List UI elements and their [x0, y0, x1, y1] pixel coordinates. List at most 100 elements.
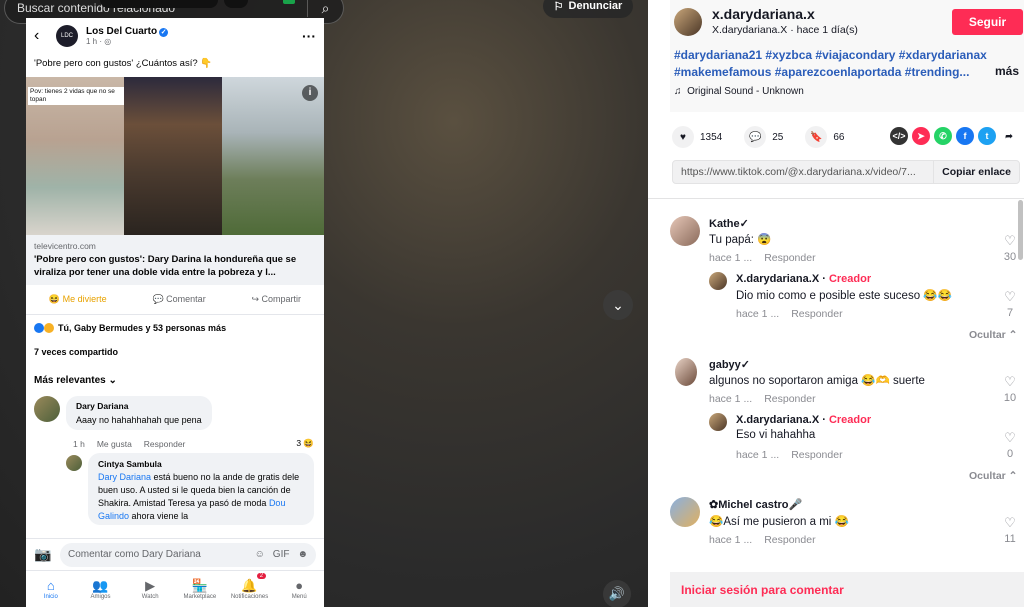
volume-button[interactable]: 🔊 [603, 580, 631, 607]
comments-count: 25 [772, 131, 784, 143]
search-icon[interactable]: ⌕ [307, 0, 343, 17]
hide-replies-button[interactable]: Ocultar ⌃ [969, 329, 1017, 341]
heart-icon[interactable]: ♡ [1000, 289, 1020, 305]
hashtags[interactable]: #darydariana21 #xyzbca #viajacondary #xd… [674, 47, 1020, 81]
avatar[interactable] [709, 413, 727, 431]
avatar[interactable] [675, 358, 697, 386]
copy-link-button[interactable]: Copiar enlace [933, 161, 1019, 183]
comment-bubble: Cintya Sambula Dary Dariana está bueno n… [88, 453, 314, 525]
facebook-post-screenshot: ‹ LDC Los Del Cuarto ✓ 1 h · ◎ ··· 'Pobre… [26, 18, 324, 607]
report-button[interactable]: ⚐ Denunciar [543, 0, 633, 18]
comment-icon[interactable]: 💬 [744, 126, 767, 148]
hide-replies-button[interactable]: Ocultar ⌃ [969, 470, 1017, 482]
comment-cintya: Cintya Sambula Dary Dariana está bueno n… [26, 449, 324, 525]
reply-link[interactable]: Responder [791, 308, 842, 320]
tab-inicio: ⌂ Inicio [43, 578, 58, 600]
comment-meta: hace 1 ... Responder [709, 534, 816, 546]
reply-link[interactable]: Responder [764, 252, 815, 264]
verified-icon: ✓ [159, 28, 169, 37]
reply-link[interactable]: Responder [764, 393, 815, 405]
bookmark-icon[interactable]: 🔖 [805, 126, 828, 148]
shares-count: 7 veces compartido [34, 347, 119, 357]
comment-meta: hace 1 ... Responder [709, 252, 816, 264]
reactions-summary: Tú, Gaby Bermudes y 53 personas más [26, 315, 324, 341]
verified-icon: ✓ [739, 218, 749, 230]
avatar[interactable] [670, 497, 700, 527]
home-icon: ⌂ [46, 578, 55, 593]
comment-dary: Dary Dariana Aaay no hahahhahah que pena [26, 392, 324, 434]
post-actions: 😆 Me divierte 💬 Comentar ↪ Compartir [26, 285, 324, 315]
login-to-comment-button[interactable]: Iniciar sesión para comentar [670, 572, 1024, 607]
avatar[interactable] [670, 216, 700, 246]
send-icon[interactable]: ➤ [912, 127, 930, 145]
like-count: 7 [1006, 307, 1014, 319]
comment-placeholder: Comentar como Dary Dariana [68, 549, 201, 560]
share-icons: </> ➤ ✆ f t ➦ [890, 127, 1018, 145]
sticker-icon: ☺ [254, 549, 265, 560]
back-arrow-icon: ‹ [34, 27, 40, 44]
more-options-icon: ··· [302, 28, 316, 44]
comment-text: Dary Dariana está bueno no la ande de gr… [98, 472, 300, 521]
reply-link[interactable]: Responder [764, 534, 815, 546]
gif-icon: GIF [272, 549, 290, 560]
heart-icon[interactable]: ♡ [1000, 374, 1020, 390]
commenter-name[interactable]: Kathe✓ [709, 217, 749, 230]
link-preview: televicentro.com 'Pobre pero con gustos'… [26, 235, 324, 285]
video-url[interactable]: https://www.tiktok.com/@x.darydariana.x/… [673, 166, 933, 178]
page-name: Los Del Cuarto ✓ [86, 26, 169, 37]
profile-menu-icon: ● [295, 578, 304, 593]
comment-meta: hace 1 ... Responder [736, 308, 843, 320]
facebook-icon[interactable]: f [956, 127, 974, 145]
commenter-name: Cintya Sambula [98, 459, 162, 469]
whatsapp-icon[interactable]: ✆ [934, 127, 952, 145]
music-note-icon: ♫ [674, 86, 682, 97]
photo-1: Pov: tienes 2 vidas que no se topan [26, 77, 124, 235]
author-avatar[interactable] [674, 8, 702, 36]
comment-text: Tu papá: 😨 [709, 234, 772, 246]
commenter-name[interactable]: gabyy✓ [709, 358, 750, 371]
photo-collage: Pov: tienes 2 vidas que no se topan i [26, 77, 324, 235]
page-avatar: LDC [56, 25, 78, 47]
tab-marketplace: 🏪 Marketplace [183, 578, 217, 600]
author-username[interactable]: x.darydariana.x [712, 6, 815, 22]
saves-count: 66 [833, 131, 845, 143]
next-video-button[interactable]: ⌄ [603, 290, 633, 320]
friends-icon: 👥 [92, 578, 109, 593]
camera-icon: 📷 [34, 546, 52, 562]
comment-text: Aaay no hahahhahah que pena [76, 415, 202, 425]
avatar[interactable] [709, 272, 727, 290]
comment-bubble: Dary Dariana Aaay no hahahhahah que pena [66, 396, 212, 430]
share-arrow-icon[interactable]: ➦ [1000, 127, 1018, 145]
globe-icon: ◎ [104, 37, 112, 46]
heart-icon[interactable]: ♡ [1000, 430, 1020, 446]
more-link[interactable]: más [995, 64, 1019, 78]
heart-icon[interactable]: ♥ [672, 126, 694, 148]
speaker-icon: 🔊 [608, 586, 626, 601]
link-domain: televicentro.com [34, 241, 96, 251]
comment-input-bar: 📷 Comentar como Dary Dariana ☺ GIF ☻ [26, 538, 324, 570]
tab-notificaciones: 2 🔔 Notificaciones [230, 573, 269, 600]
comment-meta: hace 1 ... Responder [736, 449, 843, 461]
reply-link[interactable]: Responder [791, 449, 842, 461]
heart-icon[interactable]: ♡ [1000, 233, 1020, 249]
heart-icon[interactable]: ♡ [1000, 515, 1020, 531]
photo-caption: Pov: tienes 2 vidas que no se topan [28, 87, 124, 105]
commenter-name[interactable]: X.darydariana.X · Creador [736, 273, 871, 285]
like-count: 30 [1003, 251, 1017, 263]
creator-badge: Creador [828, 273, 872, 285]
commenter-name[interactable]: X.darydariana.X · Creador [736, 414, 871, 426]
video-player[interactable]: Buscar contenido relacionado ⌕ ⚐ Denunci… [0, 0, 648, 607]
comment-meta: hace 1 ... Responder [709, 393, 816, 405]
url-box: https://www.tiktok.com/@x.darydariana.x/… [672, 160, 1020, 184]
verified-icon: ✓ [740, 359, 751, 371]
comment-text: Eso vi hahahha [736, 429, 816, 441]
overlay-green-badge [283, 0, 295, 4]
embed-icon[interactable]: </> [890, 127, 908, 145]
twitter-icon[interactable]: t [978, 127, 996, 145]
comments-scrollbar[interactable] [1018, 200, 1023, 260]
author-subline: X.darydariana.X · hace 1 día(s) [712, 24, 858, 36]
commenter-name[interactable]: ✿Michel castro🎤 [709, 498, 802, 511]
comment-text: 😂Así me pusieron a mi 😂 [709, 516, 849, 528]
follow-button[interactable]: Seguir [952, 9, 1023, 35]
sound-link[interactable]: ♫ Original Sound - Unknown [674, 86, 804, 97]
